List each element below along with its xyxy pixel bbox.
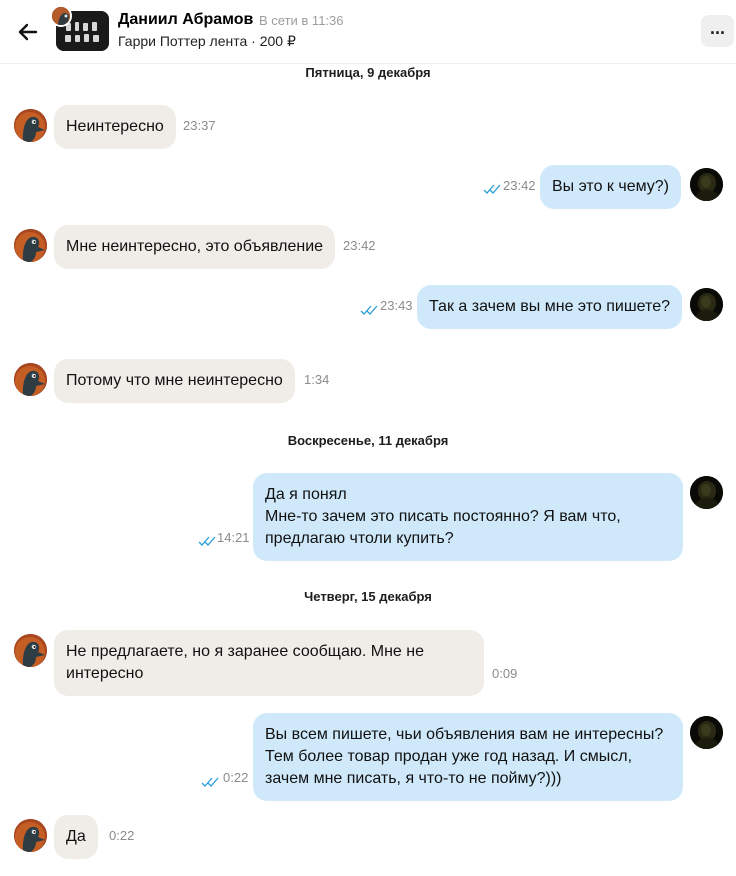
message-time: 0:22 <box>223 770 249 785</box>
message-bubble-outgoing: Да я понял Мне-то зачем это писать посто… <box>253 473 683 561</box>
read-checkmarks-icon <box>201 774 219 787</box>
message-bubble-outgoing: Вы всем пишете, чьи объявления вам не ин… <box>253 713 683 801</box>
message-bubble-incoming: Не предлагаете, но я заранее сообщаю. Мн… <box>54 630 484 696</box>
message-time: 23:43 <box>380 298 413 313</box>
more-options-button[interactable]: ... <box>701 15 734 47</box>
date-separator: Воскресенье, 11 декабря <box>287 433 449 448</box>
my-avatar <box>690 168 723 201</box>
message-bubble-outgoing: Так а зачем вы мне это пишете? <box>417 285 682 329</box>
message-time: 0:22 <box>109 828 135 843</box>
contact-avatar[interactable] <box>14 109 47 142</box>
contact-name[interactable]: Даниил Абрамов <box>118 11 253 29</box>
listing-title[interactable]: Гарри Поттер лента · 200 ₽ <box>118 33 296 50</box>
contact-avatar[interactable] <box>14 634 47 667</box>
message-bubble-incoming: Да <box>54 815 98 859</box>
date-separator: Пятница, 9 декабря <box>305 65 431 80</box>
read-checkmarks-icon <box>483 181 501 194</box>
read-checkmarks-icon <box>198 533 216 546</box>
chat-header: Даниил Абрамов В сети в 11:36 Гарри Потт… <box>0 0 736 64</box>
message-bubble-incoming: Неинтересно <box>54 105 176 149</box>
message-bubble-incoming: Потому что мне неинтересно <box>54 359 295 403</box>
contact-avatar[interactable] <box>14 229 47 262</box>
my-avatar <box>690 716 723 749</box>
online-status: В сети в 11:36 <box>259 13 344 28</box>
date-separator: Четверг, 15 декабря <box>304 589 432 604</box>
contact-avatar-small <box>50 5 72 27</box>
message-bubble-incoming: Мне неинтересно, это объявление <box>54 225 336 269</box>
message-time: 1:34 <box>304 372 330 387</box>
message-bubble-outgoing: Вы это к чему?) <box>540 165 682 209</box>
arrow-left-icon <box>18 23 38 41</box>
message-time: 23:42 <box>503 178 536 193</box>
message-time: 14:21 <box>217 530 250 545</box>
message-time: 0:09 <box>492 666 518 681</box>
my-avatar <box>690 476 723 509</box>
my-avatar <box>690 288 723 321</box>
read-checkmarks-icon <box>360 302 378 315</box>
ellipsis-icon: ... <box>709 18 725 38</box>
message-time: 23:37 <box>183 118 216 133</box>
contact-avatar[interactable] <box>14 363 47 396</box>
back-button[interactable] <box>14 18 42 46</box>
contact-avatar[interactable] <box>14 819 47 852</box>
message-time: 23:42 <box>343 238 376 253</box>
